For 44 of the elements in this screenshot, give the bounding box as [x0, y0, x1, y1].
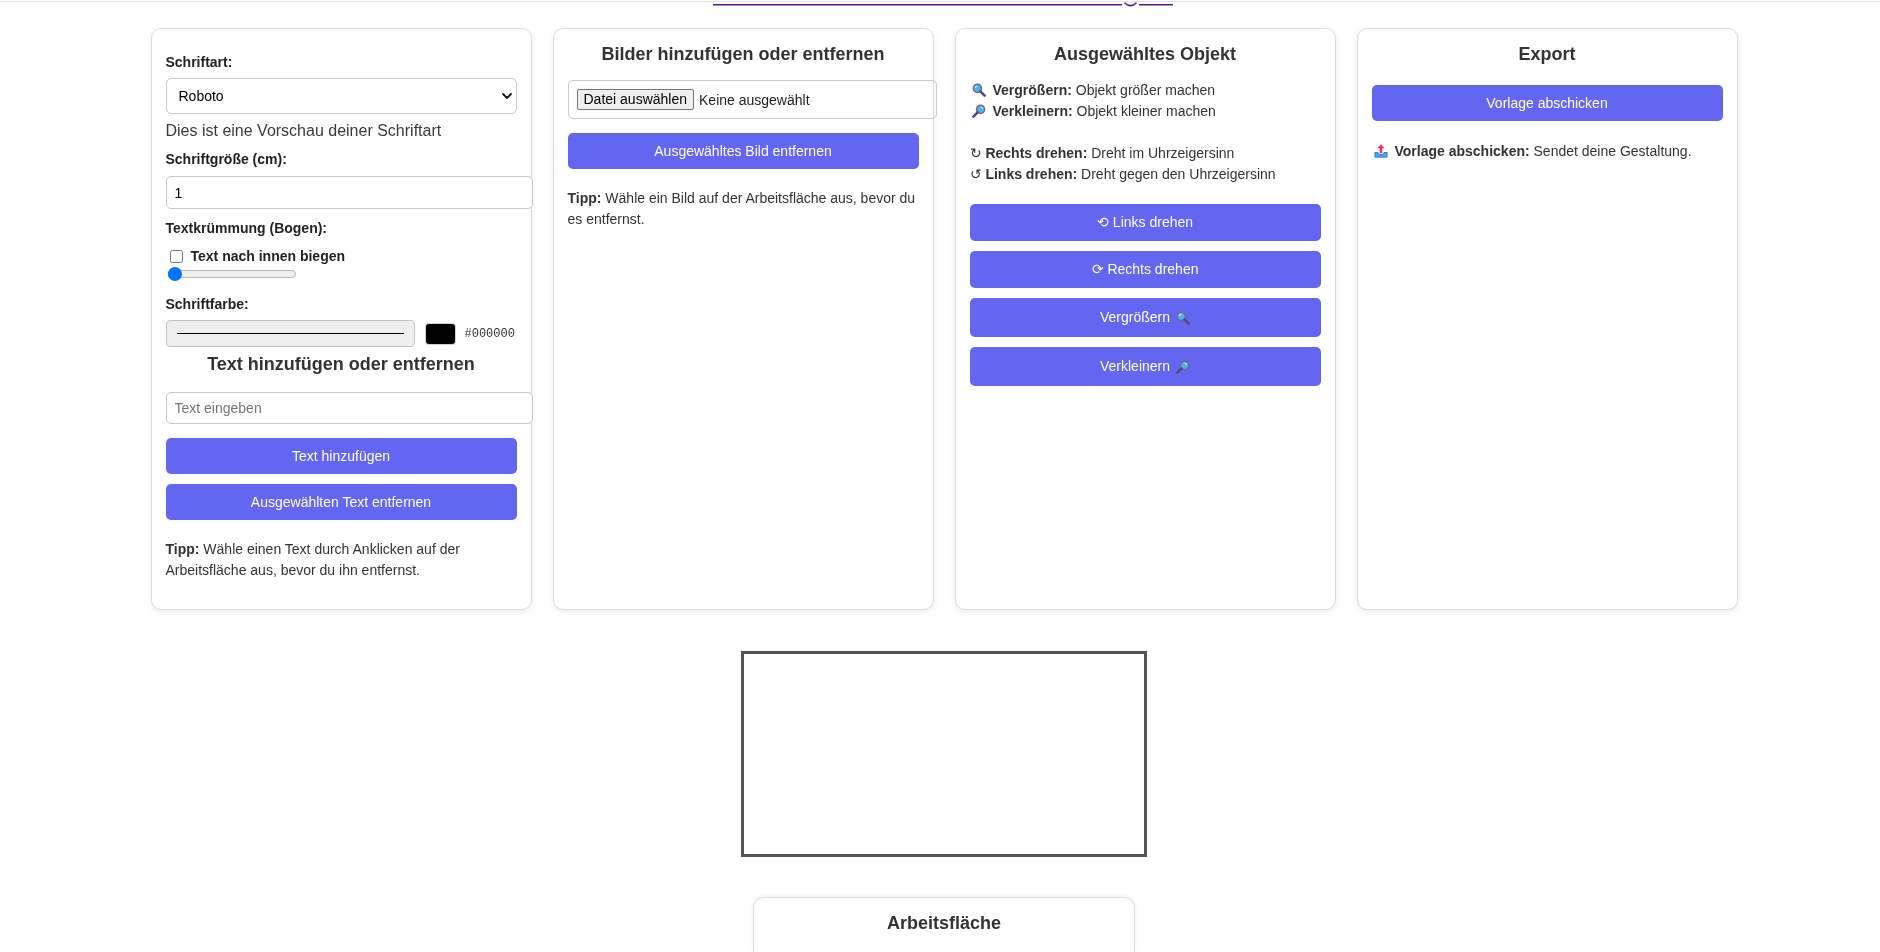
- font-select[interactable]: Roboto: [165, 78, 517, 114]
- text-input[interactable]: Text eingeben: [165, 392, 533, 424]
- file-input-field[interactable]: Datei auswählen Keine ausgewählt: [567, 80, 937, 119]
- checkbox[interactable]: [169, 249, 183, 263]
- tip-text: Tipp: Wähle einen Text durch Anklicken auf der Arbeitsfläche aus, bevor du ihn entfernst.: [165, 540, 461, 580]
- field-label: Schriftfarbe:: [165, 296, 250, 312]
- panel-heading: Ausgewähltes Objekt: [1052, 43, 1238, 65]
- panel-heading: Arbeitsfläche: [885, 912, 1002, 934]
- remove-text-button[interactable]: Ausgewählten Text entfernen: [165, 484, 517, 520]
- magnifier-icon: [971, 104, 986, 118]
- panel-heading: Bilder hinzufügen oder entfernen: [600, 43, 886, 65]
- color-hex-text: #000000: [464, 326, 515, 341]
- add-text-button[interactable]: Text hinzufügen: [165, 438, 517, 474]
- help-text: Vergrößern: Objekt größer machen: [992, 80, 1216, 100]
- color-input[interactable]: [165, 320, 415, 347]
- choose-file-button[interactable]: Datei auswählen: [576, 89, 694, 110]
- help-text: ↺ Links drehen: Dreht gegen den Uhrzeigersinn: [969, 164, 1276, 184]
- design-canvas[interactable]: [741, 651, 1147, 857]
- help-text: Verkleinern: Objekt kleiner machen: [992, 101, 1216, 121]
- rotate-left-button[interactable]: ⟲ Links drehen: [969, 204, 1321, 241]
- curve-slider[interactable]: [167, 267, 296, 281]
- zoom-in-button[interactable]: Vergrößern: [969, 298, 1321, 337]
- chevron-down-icon: [501, 93, 512, 99]
- checkbox-label: Text nach innen biegen: [190, 248, 346, 264]
- panel-heading: Export: [1517, 43, 1577, 65]
- field-label: Schriftgröße (cm):: [165, 151, 288, 167]
- submit-template-button[interactable]: Vorlage abschicken: [1371, 85, 1723, 121]
- panel-heading: Text hinzufügen oder entfernen: [206, 353, 476, 375]
- file-status-text: Keine ausgewählt: [699, 91, 810, 108]
- font-size-input[interactable]: 1: [165, 176, 533, 209]
- rotate-right-button[interactable]: ⟳ Rechts drehen: [969, 251, 1321, 288]
- font-preview-text: Dies ist eine Vorschau deiner Schriftart: [165, 122, 443, 140]
- magnifier-icon: [1176, 359, 1190, 374]
- outbox-tray-icon: [1373, 144, 1388, 158]
- magnifier-icon: [971, 83, 986, 97]
- remove-image-button[interactable]: Ausgewähltes Bild entfernen: [567, 133, 919, 169]
- help-text: Vorlage abschicken: Sendet deine Gestaltung.: [1394, 141, 1692, 161]
- field-label: Textkrümmung (Bogen):: [165, 220, 328, 236]
- help-text: ↻ Rechts drehen: Dreht im Uhrzeigersinn: [969, 143, 1235, 163]
- tip-text: Tipp: Wähle ein Bild auf der Arbeitsfläche aus, bevor du es entfernst.: [567, 188, 917, 229]
- zoom-out-button[interactable]: Verkleinern: [969, 347, 1321, 386]
- field-label: Schriftart:: [165, 54, 234, 70]
- magnifier-icon: [1176, 310, 1190, 325]
- slider-thumb[interactable]: [167, 267, 182, 281]
